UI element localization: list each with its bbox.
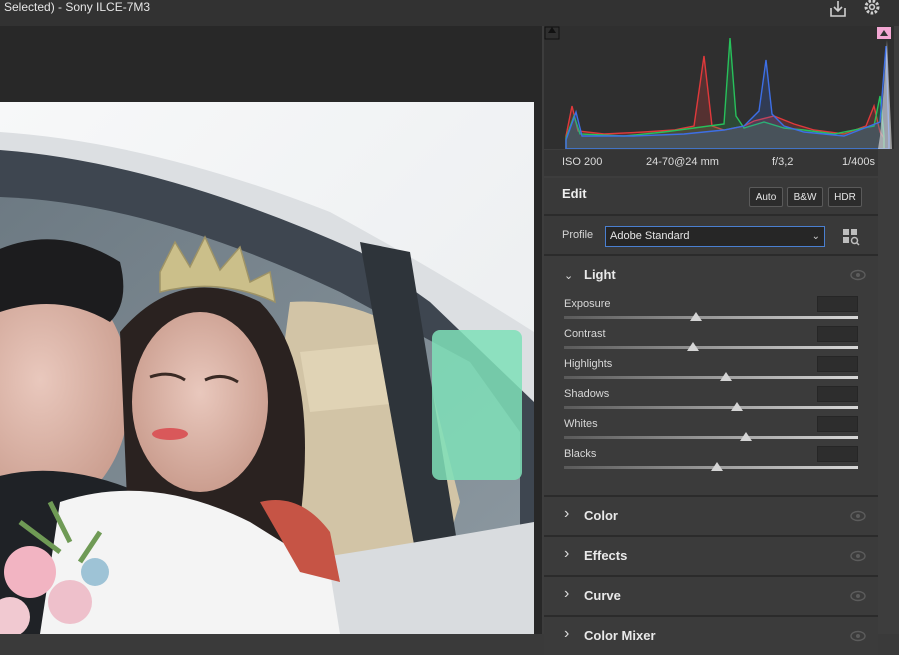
- chevron-down-icon: ⌄: [564, 270, 574, 282]
- slider-label-highlights: Highlights: [564, 358, 613, 370]
- group-header-effects[interactable]: › Effects: [544, 537, 878, 575]
- camera-info-bar: ISO 200 24-70@24 mm f/3,2 1/400s: [544, 150, 878, 176]
- lens-value: 24-70@24 mm: [646, 156, 719, 168]
- slider-track-contrast[interactable]: [564, 346, 858, 349]
- window-title: Selected) - Sony ILCE-7M3: [4, 0, 151, 14]
- slider-track-shadows[interactable]: [564, 406, 858, 409]
- edit-title: Edit: [562, 186, 587, 201]
- group-header-color[interactable]: › Color: [544, 497, 878, 535]
- eye-icon[interactable]: [850, 510, 866, 522]
- slider-value-blacks[interactable]: [817, 446, 858, 462]
- iso-value: ISO 200: [562, 156, 603, 168]
- slider-label-exposure: Exposure: [564, 298, 611, 310]
- aperture-value: f/3,2: [772, 156, 794, 168]
- auto-button[interactable]: Auto: [749, 187, 783, 207]
- shutter-value: 1/400s: [842, 156, 876, 168]
- slider-thumb-whites[interactable]: [740, 432, 753, 441]
- group-title: Color: [584, 508, 618, 523]
- group-header-color-mixer[interactable]: › Color Mixer: [544, 617, 878, 655]
- group-title: Curve: [584, 588, 621, 603]
- slider-label-whites: Whites: [564, 418, 598, 430]
- slider-value-exposure[interactable]: [817, 296, 858, 312]
- light-title: Light: [584, 267, 616, 282]
- eye-icon[interactable]: [850, 550, 866, 562]
- slider-thumb-exposure[interactable]: [690, 312, 703, 321]
- highlight-clipping-icon[interactable]: [877, 27, 891, 39]
- slider-label-blacks: Blacks: [564, 448, 597, 460]
- slider-track-highlights[interactable]: [564, 376, 858, 379]
- eye-icon[interactable]: [850, 630, 866, 642]
- histogram: [544, 26, 894, 150]
- chevron-right-icon: ›: [564, 505, 570, 522]
- photo-preview[interactable]: [0, 102, 534, 634]
- title-bar: Selected) - Sony ILCE-7M3: [0, 0, 899, 26]
- eye-icon[interactable]: [850, 269, 866, 281]
- hdr-button[interactable]: HDR: [828, 187, 862, 207]
- chevron-right-icon: ›: [564, 545, 570, 562]
- slider-track-exposure[interactable]: [564, 316, 858, 319]
- chevron-right-icon: ›: [564, 625, 570, 642]
- profile-label: Profile: [562, 229, 594, 241]
- edit-section: Edit Auto B&W HDR: [544, 178, 878, 214]
- group-title: Effects: [584, 548, 628, 563]
- chevron-right-icon: ›: [564, 585, 570, 602]
- slider-track-whites[interactable]: [564, 436, 858, 439]
- eye-icon[interactable]: [850, 590, 866, 602]
- slider-thumb-blacks[interactable]: [710, 462, 723, 471]
- slider-value-highlights[interactable]: [817, 356, 858, 372]
- group-header-curve[interactable]: › Curve: [544, 577, 878, 615]
- slider-thumb-shadows[interactable]: [731, 402, 744, 411]
- slider-label-shadows: Shadows: [564, 388, 610, 400]
- profile-browser-icon[interactable]: [842, 228, 860, 246]
- slider-thumb-highlights[interactable]: [719, 372, 732, 381]
- shadow-clipping-icon[interactable]: [548, 27, 556, 33]
- light-header[interactable]: ⌄ Light: [544, 256, 878, 294]
- chevron-down-icon: ⌄: [811, 231, 820, 242]
- profile-select-value: Adobe Standard: [610, 230, 690, 242]
- profile-select[interactable]: Adobe Standard ⌄: [605, 226, 825, 247]
- slider-value-whites[interactable]: [817, 416, 858, 432]
- slider-thumb-contrast[interactable]: [687, 342, 700, 351]
- group-title: Color Mixer: [584, 628, 656, 643]
- slider-value-contrast[interactable]: [817, 326, 858, 342]
- bw-button[interactable]: B&W: [787, 187, 823, 207]
- slider-label-contrast: Contrast: [564, 328, 606, 340]
- photo-image: [0, 102, 534, 634]
- slider-value-shadows[interactable]: [817, 386, 858, 402]
- gear-icon[interactable]: [862, 0, 882, 18]
- download-icon[interactable]: [828, 0, 848, 18]
